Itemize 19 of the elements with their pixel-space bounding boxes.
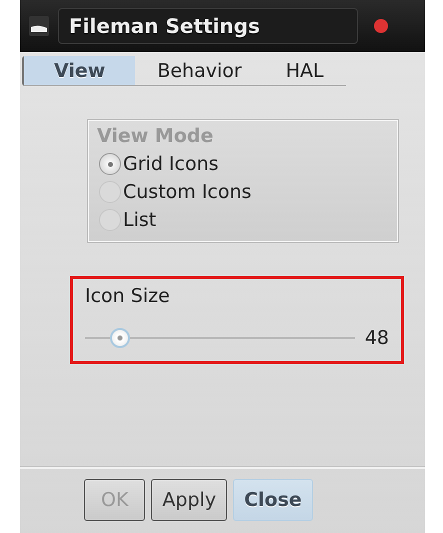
- tab[interactable]: HAL: [264, 56, 346, 86]
- dialog-button[interactable]: Apply: [151, 479, 228, 521]
- radio-label: Grid Icons: [123, 153, 219, 175]
- slider-value: 48: [364, 327, 389, 349]
- radio-option[interactable]: Custom Icons: [97, 181, 389, 203]
- close-icon[interactable]: [374, 19, 388, 33]
- slider-thumb[interactable]: [110, 328, 130, 348]
- window-icon[interactable]: [28, 15, 50, 37]
- radio-label: Custom Icons: [123, 181, 252, 203]
- dialog-button[interactable]: Close: [233, 479, 313, 521]
- radio-button[interactable]: [99, 153, 121, 175]
- group-title: View Mode: [97, 125, 214, 147]
- slider-label: Icon Size: [85, 285, 171, 307]
- window-title: Fileman Settings: [58, 8, 358, 44]
- radio-option[interactable]: Grid Icons: [97, 153, 389, 175]
- tab[interactable]: Behavior: [135, 56, 264, 86]
- radio-option[interactable]: List: [97, 209, 389, 231]
- tab[interactable]: View: [24, 56, 136, 86]
- radio-label: List: [123, 209, 156, 231]
